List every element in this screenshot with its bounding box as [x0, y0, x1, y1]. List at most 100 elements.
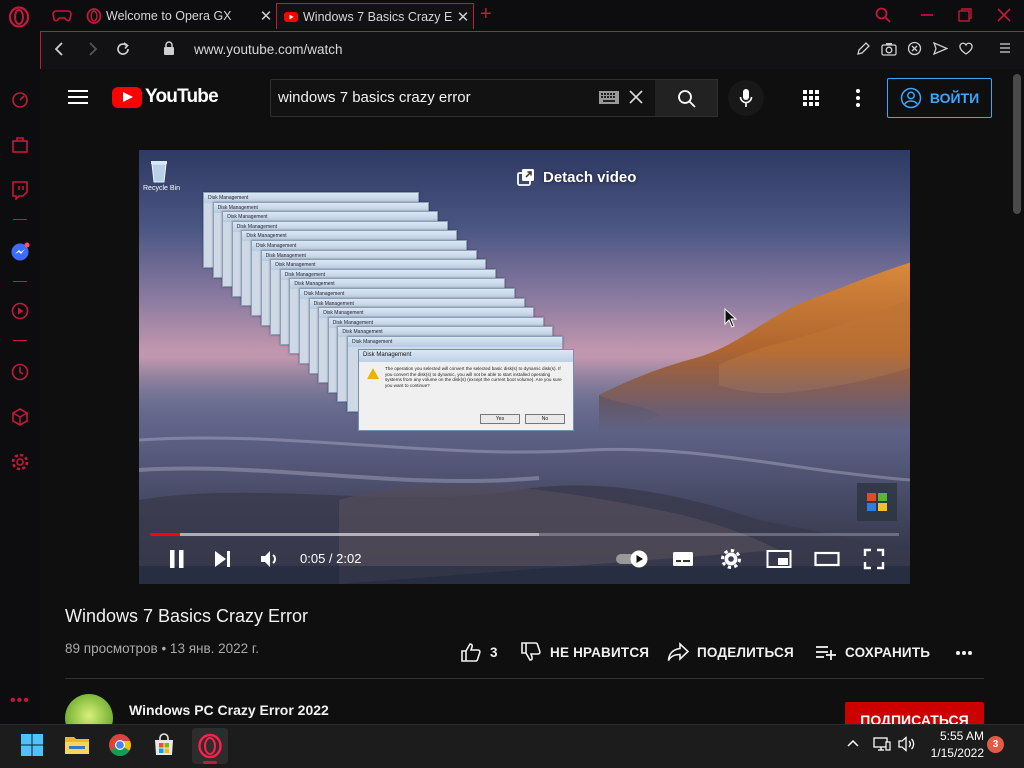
- window-close-button[interactable]: [996, 7, 1012, 23]
- search-icon: [678, 90, 696, 108]
- autoplay-toggle[interactable]: [615, 548, 651, 570]
- microphone-icon: [739, 89, 753, 107]
- dialog-message: The operation you selected will convert …: [385, 366, 562, 388]
- search-query-text[interactable]: windows 7 basics crazy error: [278, 89, 471, 106]
- opera-menu-icon[interactable]: [8, 6, 30, 28]
- dislike-button[interactable]: НЕ НРАВИТСЯ: [520, 642, 649, 662]
- hamburger-menu-icon[interactable]: [68, 88, 88, 106]
- thumbs-down-icon: [521, 642, 541, 661]
- volume-icon: [261, 551, 276, 567]
- lock-icon[interactable]: [163, 41, 175, 56]
- back-arrow-icon[interactable]: [52, 41, 66, 57]
- youtube-logo[interactable]: YouTube: [112, 86, 219, 108]
- disk-management-dialog: Disk Management The operation you select…: [358, 349, 574, 431]
- opera-gx-taskbar-icon: [197, 733, 223, 759]
- volume-button[interactable]: [259, 548, 281, 570]
- sidebar-more-icon[interactable]: •••: [10, 692, 30, 710]
- clock-date[interactable]: 1/15/2022: [926, 746, 984, 760]
- windows-start-icon[interactable]: [20, 733, 46, 759]
- tab-close-icon[interactable]: ✕: [453, 8, 473, 26]
- network-icon[interactable]: [873, 736, 891, 752]
- microsoft-store-icon[interactable]: [152, 733, 178, 759]
- keyboard-icon[interactable]: [599, 91, 619, 104]
- reload-icon[interactable]: [114, 40, 132, 58]
- miniplayer-button[interactable]: [766, 548, 792, 570]
- window-restore-button[interactable]: [957, 7, 973, 23]
- gx-controller-icon[interactable]: [52, 5, 72, 25]
- chrome-icon[interactable]: [108, 733, 134, 759]
- tab-search-icon[interactable]: [874, 6, 892, 24]
- youtube-logo-text: YouTube: [145, 86, 219, 107]
- new-tab-button[interactable]: +: [480, 4, 492, 24]
- tab-welcome[interactable]: Welcome to Opera GX ✕: [80, 3, 276, 29]
- next-button[interactable]: [213, 548, 233, 570]
- dislike-label: НЕ НРАВИТСЯ: [550, 644, 650, 660]
- settings-gear-icon[interactable]: [10, 452, 30, 472]
- sidebar-divider: [13, 219, 27, 220]
- fullscreen-button[interactable]: [863, 548, 885, 570]
- section-divider: [65, 678, 984, 679]
- sidebar-divider: [13, 281, 27, 282]
- adblock-icon[interactable]: [907, 41, 922, 56]
- more-options-icon[interactable]: [855, 88, 861, 108]
- channel-name[interactable]: Windows PC Crazy Error 2022: [129, 702, 329, 718]
- gx-corner-icon[interactable]: [10, 135, 30, 155]
- send-icon[interactable]: [933, 41, 948, 56]
- edit-icon[interactable]: [856, 41, 871, 56]
- volume-tray-icon[interactable]: [898, 736, 916, 752]
- twitch-icon[interactable]: [10, 180, 30, 200]
- opera-favicon-icon: [86, 8, 102, 24]
- detach-video-button[interactable]: Detach video: [517, 168, 636, 186]
- pause-button[interactable]: [167, 548, 187, 570]
- forward-arrow-icon[interactable]: [86, 41, 100, 57]
- window-minimize-button[interactable]: [919, 7, 935, 23]
- save-button[interactable]: СОХРАНИТЬ: [815, 642, 930, 662]
- extensions-cube-icon[interactable]: [10, 407, 30, 427]
- search-button[interactable]: [655, 79, 718, 117]
- theater-mode-button[interactable]: [814, 548, 840, 570]
- messenger-icon[interactable]: [10, 242, 30, 262]
- taskbar-active-indicator: [203, 761, 217, 764]
- tab-close-icon[interactable]: ✕: [256, 7, 276, 25]
- like-button[interactable]: 3: [460, 642, 498, 662]
- voice-search-button[interactable]: [728, 80, 764, 116]
- recycle-bin-label: Recycle Bin: [143, 185, 180, 192]
- clock-time[interactable]: 5:55 AM: [934, 729, 984, 743]
- player-icon[interactable]: [10, 301, 30, 321]
- detach-video-label: Detach video: [543, 168, 637, 186]
- heart-icon[interactable]: [958, 41, 974, 56]
- share-button[interactable]: ПОДЕЛИТЬСЯ: [667, 642, 794, 662]
- youtube-favicon-icon: [283, 9, 299, 25]
- history-icon[interactable]: [10, 362, 30, 382]
- scrollbar-thumb[interactable]: [1013, 74, 1021, 214]
- account-circle-icon: [900, 87, 922, 109]
- sign-in-button[interactable]: ВОЙТИ: [887, 78, 992, 118]
- progress-buffered: [150, 533, 539, 536]
- gx-control-icon[interactable]: [10, 90, 30, 110]
- more-actions-icon[interactable]: [956, 650, 972, 656]
- share-label: ПОДЕЛИТЬСЯ: [697, 644, 794, 660]
- apps-grid-icon[interactable]: [803, 90, 819, 106]
- settings-button[interactable]: [720, 548, 742, 570]
- tab-youtube-video[interactable]: Windows 7 Basics Crazy Err ✕: [276, 3, 474, 29]
- video-taskbar-thumbnail: [857, 483, 897, 521]
- tray-overflow-chevron-icon[interactable]: [846, 736, 860, 750]
- dialog-yes-button: Yes: [480, 414, 520, 424]
- url-field[interactable]: www.youtube.com/watch: [194, 42, 343, 57]
- stacked-dialog-title: Disk Management: [348, 337, 562, 347]
- detach-icon: [517, 169, 534, 186]
- autoplay-toggle-icon: [616, 550, 648, 568]
- save-label: СОХРАНИТЬ: [845, 644, 931, 660]
- notification-badge[interactable]: 3: [987, 736, 1004, 753]
- file-explorer-icon[interactable]: [64, 733, 90, 759]
- subtitles-button[interactable]: [672, 548, 694, 570]
- pause-icon: [170, 550, 184, 568]
- share-arrow-icon: [667, 642, 689, 661]
- theater-mode-icon: [814, 551, 840, 567]
- sidebar-divider: [13, 340, 27, 341]
- easy-setup-icon[interactable]: [998, 41, 1012, 55]
- clear-search-icon[interactable]: [628, 89, 644, 105]
- youtube-play-logo-icon: [112, 86, 142, 108]
- video-player[interactable]: Recycle Bin Disk Management Disk Manageme…: [139, 150, 910, 584]
- camera-icon[interactable]: [881, 41, 897, 56]
